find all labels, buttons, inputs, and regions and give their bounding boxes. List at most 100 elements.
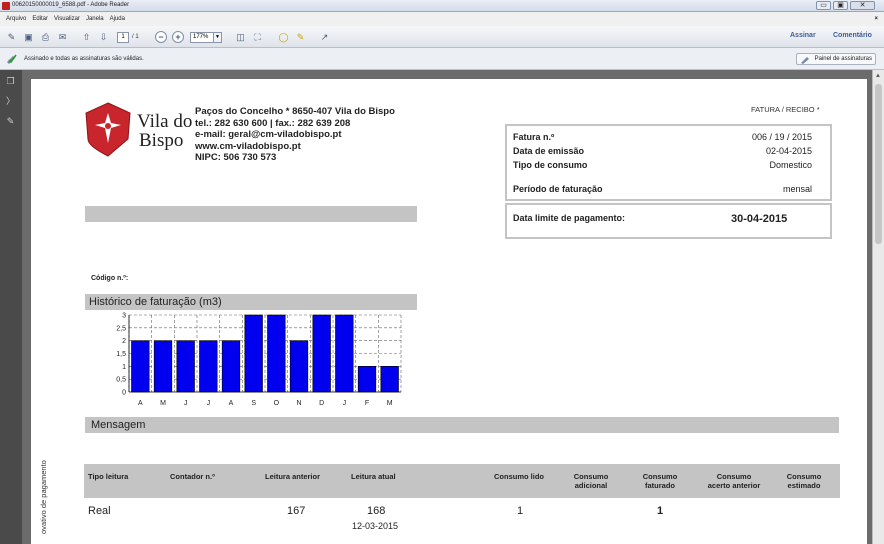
- th-consumo-adicional: Consumo adicional: [573, 472, 609, 490]
- highlight-icon[interactable]: ✎: [294, 31, 307, 43]
- signature-status-message: Assinado e todas as assinaturas são váli…: [24, 56, 144, 62]
- bar-10: [357, 366, 377, 393]
- print-icon[interactable]: ⎙: [39, 31, 52, 43]
- x-tick-label: N: [296, 400, 301, 407]
- expand-icon[interactable]: ↗: [318, 31, 331, 43]
- logo-wordmark: Vila do Bispo: [137, 112, 192, 150]
- page-count: / 1: [132, 34, 139, 40]
- y-tick-label: 1: [122, 364, 126, 371]
- y-tick-label: 3: [122, 313, 126, 320]
- th-consumo-acerto-anterior: Consumo acerto anterior: [707, 472, 761, 490]
- close-button[interactable]: ✕: [850, 1, 875, 10]
- assinar-button[interactable]: Assinar: [790, 32, 816, 39]
- page-number-input[interactable]: 1: [117, 32, 129, 43]
- due-date-value: 30-04-2015: [731, 213, 788, 225]
- bar-5: [244, 314, 263, 393]
- comment-icon[interactable]: ◯: [277, 31, 290, 43]
- previous-page-icon[interactable]: ⇧: [80, 31, 93, 43]
- x-tick-label: J: [343, 400, 347, 407]
- navigation-pane: ❐ 〉 ✎: [0, 70, 22, 544]
- bar-3: [199, 340, 218, 393]
- readings-table-header: Tipo leitura Contador n.º Leitura anteri…: [84, 464, 840, 498]
- pages-icon[interactable]: ❐: [5, 76, 16, 87]
- document-type: FATURA / RECIBO *: [751, 105, 820, 114]
- x-tick-label: M: [160, 400, 166, 407]
- y-tick-label: 0: [122, 390, 126, 397]
- scrollbar-thumb[interactable]: [875, 84, 882, 244]
- th-contador: Contador n.º: [170, 472, 215, 481]
- window-title: 00620150000019_6588.pdf - Adobe Reader: [12, 2, 130, 8]
- bar-4: [221, 340, 241, 393]
- issue-date-label: Data de emissão: [513, 146, 585, 156]
- logo-text-line2: Bispo: [139, 130, 184, 151]
- website-line: www.cm-viladobispo.pt: [195, 140, 301, 152]
- attachments-icon[interactable]: 〉: [5, 96, 16, 107]
- x-tick-label: A: [229, 400, 234, 407]
- toolbar: ✎ ▣ ⎙ ✉ ⇧ ⇩ 1 / 1 − + 177% ▼ ◫ ⛶ ◯ ✎ ↗ As…: [0, 26, 884, 48]
- signatures-icon[interactable]: ✎: [5, 116, 16, 127]
- chevron-down-icon: ▼: [213, 33, 221, 42]
- scroll-up-icon[interactable]: ▲: [875, 73, 881, 79]
- vila-do-bispo-crest-logo: [85, 102, 131, 157]
- row-consumo-faturado: 1: [657, 505, 664, 517]
- section-band: [85, 206, 417, 222]
- bar-11: [380, 366, 399, 393]
- billing-history-chart: 0 0,5 1 1,5 2 2,5 3 A M J J A S O N D J F M: [116, 313, 402, 407]
- signature-valid-icon: [7, 54, 17, 64]
- bar-0: [131, 340, 150, 393]
- invoice-number-label: Fatura n.º: [513, 132, 555, 142]
- payment-due-box: Data limite de pagamento: 30-04-2015: [505, 203, 832, 239]
- th-leitura-atual: Leitura atual: [351, 472, 396, 481]
- x-tick-label: A: [138, 400, 143, 407]
- close-document-button[interactable]: ×: [874, 12, 878, 26]
- menu-editar[interactable]: Editar: [32, 12, 48, 26]
- zoom-in-icon[interactable]: +: [172, 31, 184, 43]
- zoom-out-icon[interactable]: −: [155, 31, 167, 43]
- row-consumo-lido: 1: [517, 505, 524, 517]
- x-tick-label: J: [184, 400, 188, 407]
- x-tick-label: J: [207, 400, 211, 407]
- history-title: Histórico de faturação (m3): [85, 294, 417, 310]
- municipality-address: Paços do Concelho * 8650-407 Vila do Bis…: [195, 106, 395, 164]
- message-section-title: Mensagem: [85, 417, 839, 433]
- bar-6: [267, 314, 286, 393]
- th-leitura-anterior: Leitura anterior: [265, 472, 321, 481]
- create-icon[interactable]: ✎: [5, 31, 18, 43]
- bar-7: [289, 340, 309, 393]
- x-tick-label: M: [387, 400, 393, 407]
- menu-arquivo[interactable]: Arquivo: [6, 12, 26, 26]
- save-icon[interactable]: ▣: [22, 31, 35, 43]
- billing-period-value: mensal: [782, 184, 812, 194]
- invoice-number-value: 006 / 19 / 2015: [751, 132, 812, 142]
- menu-bar: Arquivo Editar Visualizar Janela Ajuda ×: [0, 12, 884, 26]
- codigo-label: Código n.º:: [91, 275, 129, 282]
- nipc-line: NIPC: 506 730 573: [195, 152, 277, 163]
- email-icon[interactable]: ✉: [56, 31, 69, 43]
- next-page-icon[interactable]: ⇩: [97, 31, 110, 43]
- phone-line: tel.: 282 630 600 | fax.: 282 639 208: [195, 117, 351, 129]
- zoom-select[interactable]: 177% ▼: [190, 32, 222, 43]
- vertical-scrollbar[interactable]: ▲: [872, 70, 884, 544]
- minimize-button[interactable]: ▭: [816, 1, 831, 10]
- bar-9: [335, 314, 354, 393]
- th-consumo-lido: Consumo lido: [494, 472, 544, 481]
- x-tick-label: S: [251, 400, 256, 407]
- fullscreen-icon[interactable]: ⛶: [251, 31, 264, 43]
- signature-panel-button[interactable]: Painel de assinaturas: [795, 53, 876, 65]
- bar-1: [153, 340, 173, 393]
- menu-ajuda[interactable]: Ajuda: [110, 12, 125, 26]
- comentario-button[interactable]: Comentário: [833, 32, 872, 39]
- menu-visualizar[interactable]: Visualizar: [54, 12, 80, 26]
- th-tipo-leitura: Tipo leitura: [88, 472, 129, 481]
- zoom-value: 177%: [193, 34, 209, 40]
- maximize-button[interactable]: ▣: [833, 1, 848, 10]
- row-tipo-leitura: Real: [88, 505, 111, 517]
- signature-panel-label: Painel de assinaturas: [814, 56, 872, 62]
- document-page: Vila do Bispo Paços do Concelho * 8650-4…: [31, 79, 867, 544]
- th-consumo-estimado: Consumo estimado: [786, 472, 822, 490]
- menu-janela[interactable]: Janela: [86, 12, 104, 26]
- fit-page-icon[interactable]: ◫: [234, 31, 247, 43]
- row-leitura-atual: 168: [367, 505, 386, 517]
- address-line: Paços do Concelho * 8650-407 Vila do Bis…: [195, 106, 395, 117]
- y-tick-label: 2,5: [116, 325, 126, 332]
